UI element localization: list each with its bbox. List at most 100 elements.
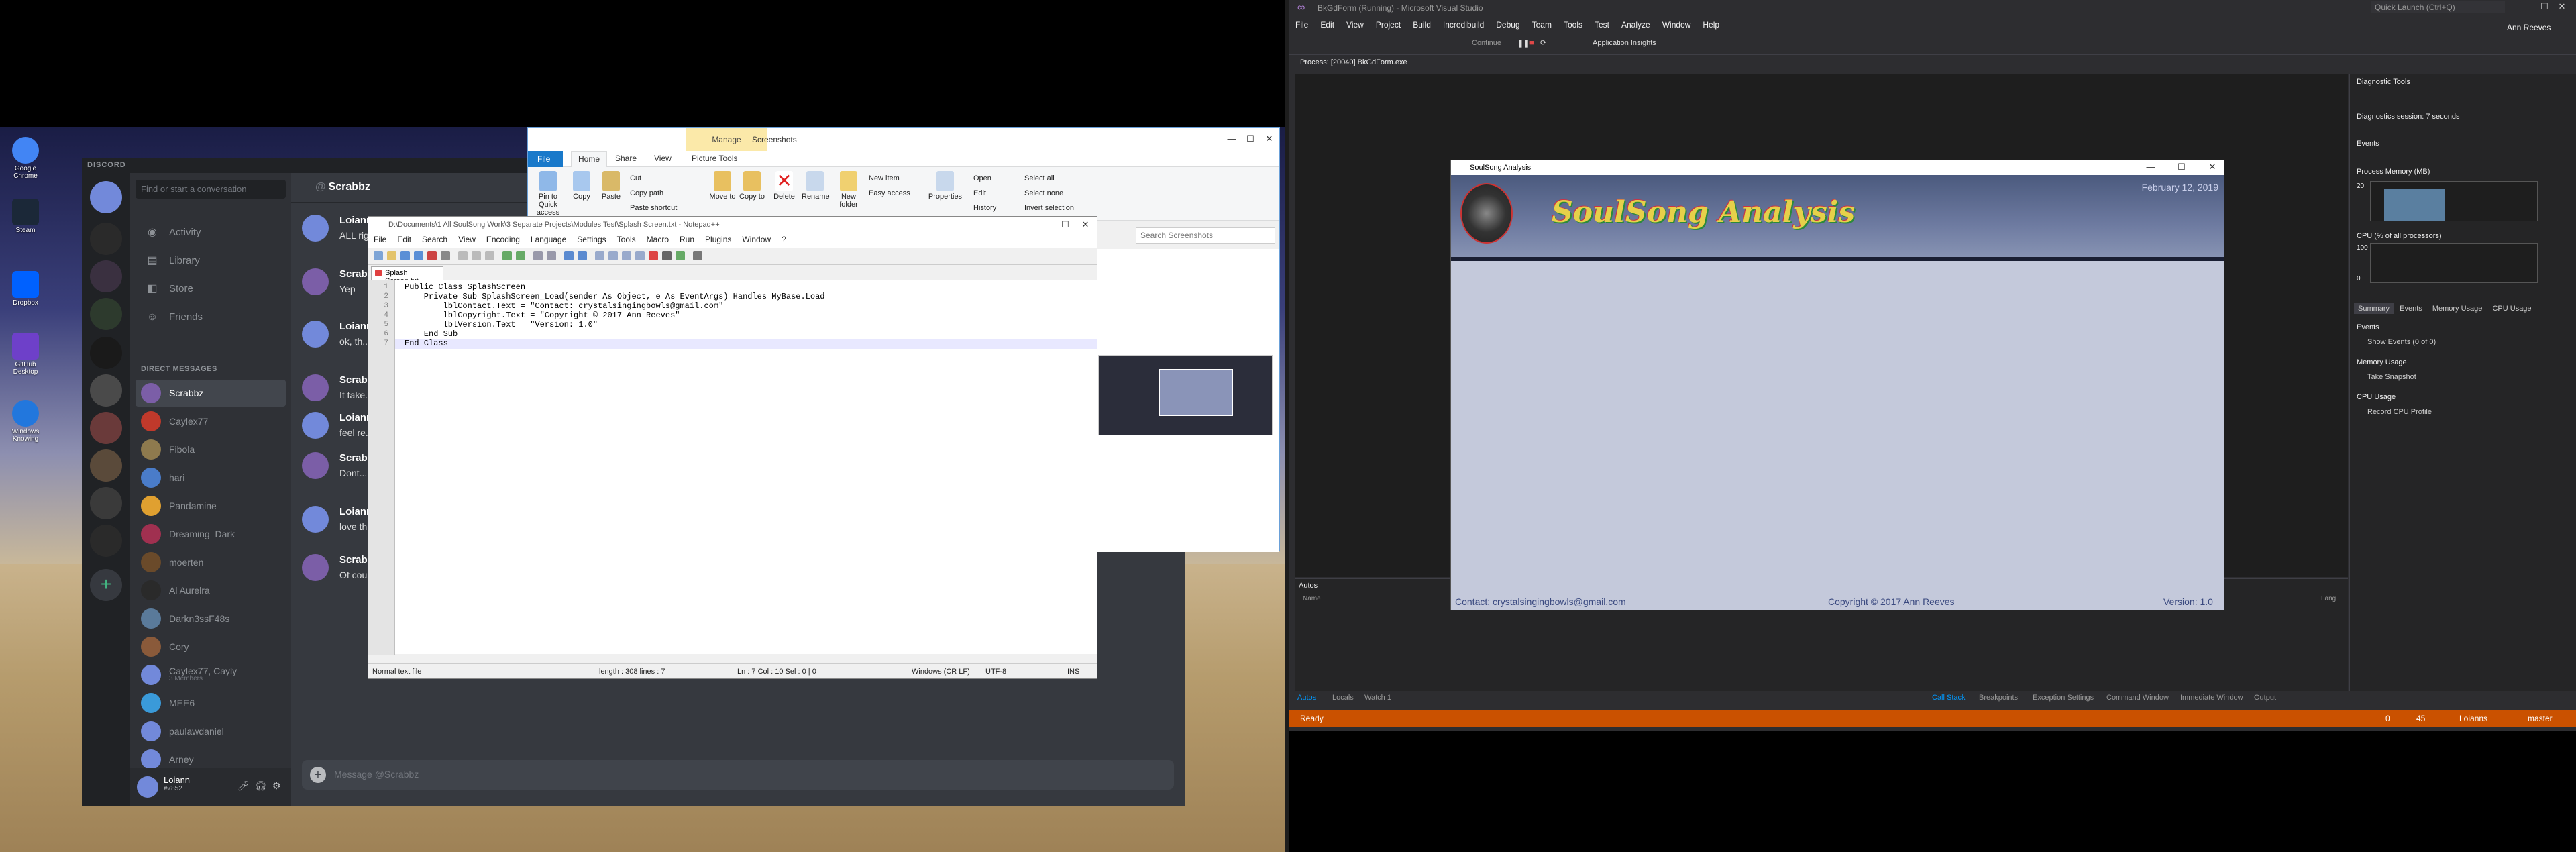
open-button[interactable]: Open (973, 171, 996, 186)
home-guild-icon[interactable] (90, 181, 122, 213)
menu-edit[interactable]: Edit (1314, 17, 1340, 32)
menu-macro[interactable]: Macro (641, 233, 674, 246)
redo-icon[interactable] (516, 251, 525, 260)
menu-project[interactable]: Project (1370, 17, 1407, 32)
guild-icon[interactable] (90, 374, 122, 407)
guild-icon[interactable] (90, 223, 122, 255)
dm-item[interactable]: Cory (136, 633, 286, 660)
screenshot-thumbnail[interactable] (1098, 355, 1273, 435)
select-all-button[interactable]: Select all (1024, 171, 1074, 186)
dm-item[interactable]: moerten (136, 549, 286, 576)
record-macro-icon[interactable] (649, 251, 658, 260)
dm-item[interactable]: Caylex77 (136, 408, 286, 435)
dm-item[interactable]: Caylex77, Cayly 3 Members (136, 661, 286, 688)
paste-button[interactable]: Paste (598, 171, 625, 201)
status-branch[interactable]: master (2528, 714, 2553, 723)
avatar[interactable] (302, 268, 329, 295)
menu-tools[interactable]: Tools (612, 233, 641, 246)
close-icon[interactable]: ✕ (2556, 1, 2568, 13)
menu-view[interactable]: View (453, 233, 481, 246)
close-icon[interactable]: ✕ (1079, 219, 1091, 231)
pin-quick-access-button[interactable]: Pin to Quick access (531, 171, 566, 217)
application-insights-button[interactable]: Application Insights (1593, 39, 1656, 47)
nav-library[interactable]: ▤ Library (136, 248, 286, 274)
save-macro-icon[interactable] (693, 251, 702, 260)
nav-activity[interactable]: ◉ Activity (136, 220, 286, 246)
avatar[interactable] (302, 215, 329, 242)
add-server-icon[interactable]: + (90, 569, 122, 601)
menu-plugins[interactable]: Plugins (700, 233, 737, 246)
new-item-button[interactable]: New item (869, 171, 910, 186)
minimize-icon[interactable]: — (1226, 134, 1238, 146)
menu-search[interactable]: Search (417, 233, 453, 246)
copy-icon[interactable] (472, 251, 481, 260)
desktop-icon-chrome-2[interactable]: Windows Knowing (5, 400, 46, 443)
zoom-out-icon[interactable] (578, 251, 587, 260)
menu-help[interactable]: ? (776, 233, 792, 246)
menu-encoding[interactable]: Encoding (481, 233, 525, 246)
dm-item[interactable]: paulawdaniel (136, 718, 286, 745)
tab-immediate-window[interactable]: Immediate Window (2180, 694, 2243, 702)
status-errors[interactable]: 0 (2385, 714, 2390, 723)
code-editor[interactable]: 1 Public Class SplashScreen 2 Private Sub … (368, 280, 1097, 655)
tab-memory-usage[interactable]: Memory Usage (2428, 303, 2487, 314)
maximize-icon[interactable]: ☐ (2176, 162, 2188, 174)
paste-shortcut-button[interactable]: Paste shortcut (630, 201, 677, 215)
dm-item[interactable]: Dreaming_Dark (136, 521, 286, 547)
tab-file[interactable]: File (528, 151, 563, 167)
menu-view[interactable]: View (1340, 17, 1370, 32)
settings-gear-icon[interactable]: ⚙ (272, 780, 281, 792)
replace-icon[interactable] (547, 251, 556, 260)
tab-events[interactable]: Events (2396, 303, 2426, 314)
word-wrap-icon[interactable] (608, 251, 618, 260)
mic-icon[interactable]: 🎤︎ (237, 780, 250, 792)
close-icon[interactable]: ✕ (2206, 162, 2218, 174)
record-cpu-profile-button[interactable]: Record CPU Profile (2367, 408, 2432, 416)
tab-output[interactable]: Output (2254, 694, 2276, 702)
menu-help[interactable]: Help (1697, 17, 1725, 32)
move-to-button[interactable]: Move to (709, 171, 736, 201)
guild-icon[interactable] (90, 260, 122, 292)
tab-picture-tools[interactable]: Picture Tools (692, 154, 737, 163)
copy-to-button[interactable]: Copy to (739, 171, 765, 201)
guild-icon[interactable] (90, 525, 122, 557)
dm-item[interactable]: Al Aurelra (136, 577, 286, 604)
account-name[interactable]: Ann Reeves (2501, 20, 2557, 35)
zoom-in-icon[interactable] (564, 251, 574, 260)
menu-run[interactable]: Run (674, 233, 700, 246)
status-changes[interactable]: 45 (2416, 714, 2425, 723)
restart-icon[interactable]: ⟳ (1540, 38, 1546, 47)
dm-item[interactable]: MEE6 (136, 690, 286, 716)
find-conversation-input[interactable]: Find or start a conversation (136, 180, 286, 199)
menu-file[interactable]: File (368, 233, 392, 246)
guild-icon[interactable] (90, 487, 122, 519)
close-icon[interactable]: ✕ (1263, 134, 1275, 146)
attach-plus-icon[interactable]: + (310, 767, 326, 783)
pause-icon[interactable]: ❚❚ (1517, 39, 1529, 48)
dm-item[interactable]: hari (136, 464, 286, 491)
paste-icon[interactable] (485, 251, 494, 260)
tab-command-window[interactable]: Command Window (2106, 694, 2169, 702)
find-icon[interactable] (533, 251, 543, 260)
dm-item[interactable]: Darkn3ssF48s (136, 605, 286, 632)
tab-cpu-usage[interactable]: CPU Usage (2488, 303, 2535, 314)
tab-breakpoints[interactable]: Breakpoints (1979, 694, 2018, 702)
quick-launch-input[interactable]: Quick Launch (Ctrl+Q) (2371, 1, 2505, 13)
tab-view[interactable]: View (654, 154, 672, 163)
desktop-icon-dropbox[interactable]: Dropbox (5, 271, 46, 307)
desktop-icon-github[interactable]: GitHub Desktop (5, 333, 46, 376)
new-folder-button[interactable]: New folder (835, 171, 862, 209)
new-file-icon[interactable] (374, 251, 383, 260)
minimize-icon[interactable]: — (2521, 1, 2533, 13)
stop-icon[interactable]: ■ (1529, 39, 1534, 47)
maximize-icon[interactable]: ☐ (1244, 134, 1256, 146)
avatar[interactable] (302, 321, 329, 348)
menu-test[interactable]: Test (1589, 17, 1615, 32)
guild-icon[interactable] (90, 449, 122, 482)
explorer-search-input[interactable]: Search Screenshots (1136, 227, 1275, 244)
dm-item[interactable]: Fibola (136, 436, 286, 463)
tab-home[interactable]: Home (571, 151, 608, 167)
minimize-icon[interactable]: — (1039, 219, 1051, 231)
guild-icon[interactable] (90, 298, 122, 330)
menu-file[interactable]: File (1289, 17, 1314, 32)
